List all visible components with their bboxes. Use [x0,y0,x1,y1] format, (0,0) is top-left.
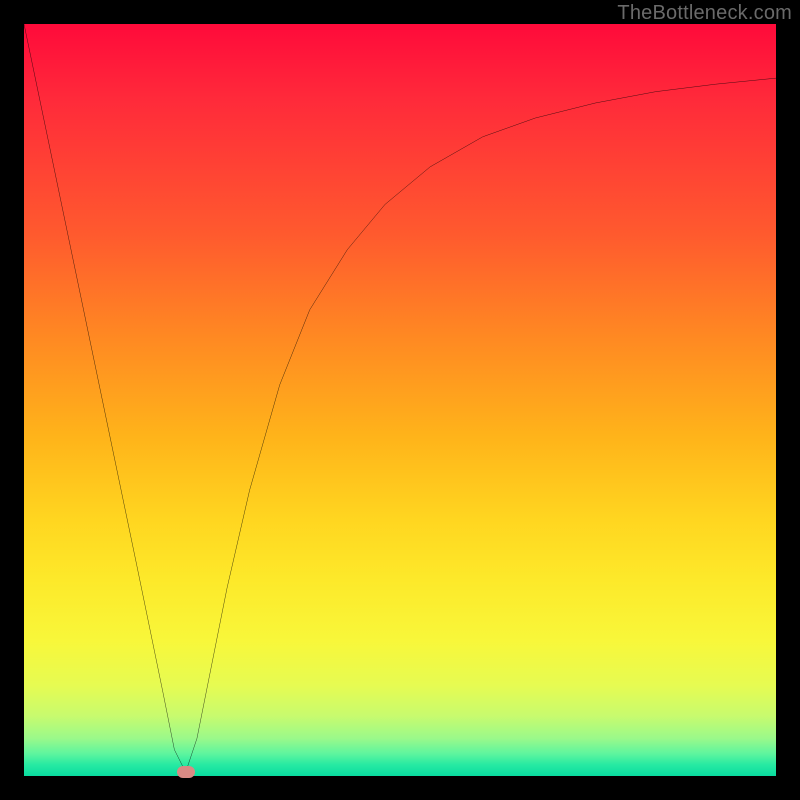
plot-area [24,24,776,776]
optimum-marker [177,766,195,778]
chart-frame: TheBottleneck.com [0,0,800,800]
curve-path [24,24,776,772]
watermark-text: TheBottleneck.com [617,2,792,25]
bottleneck-curve [24,24,776,776]
